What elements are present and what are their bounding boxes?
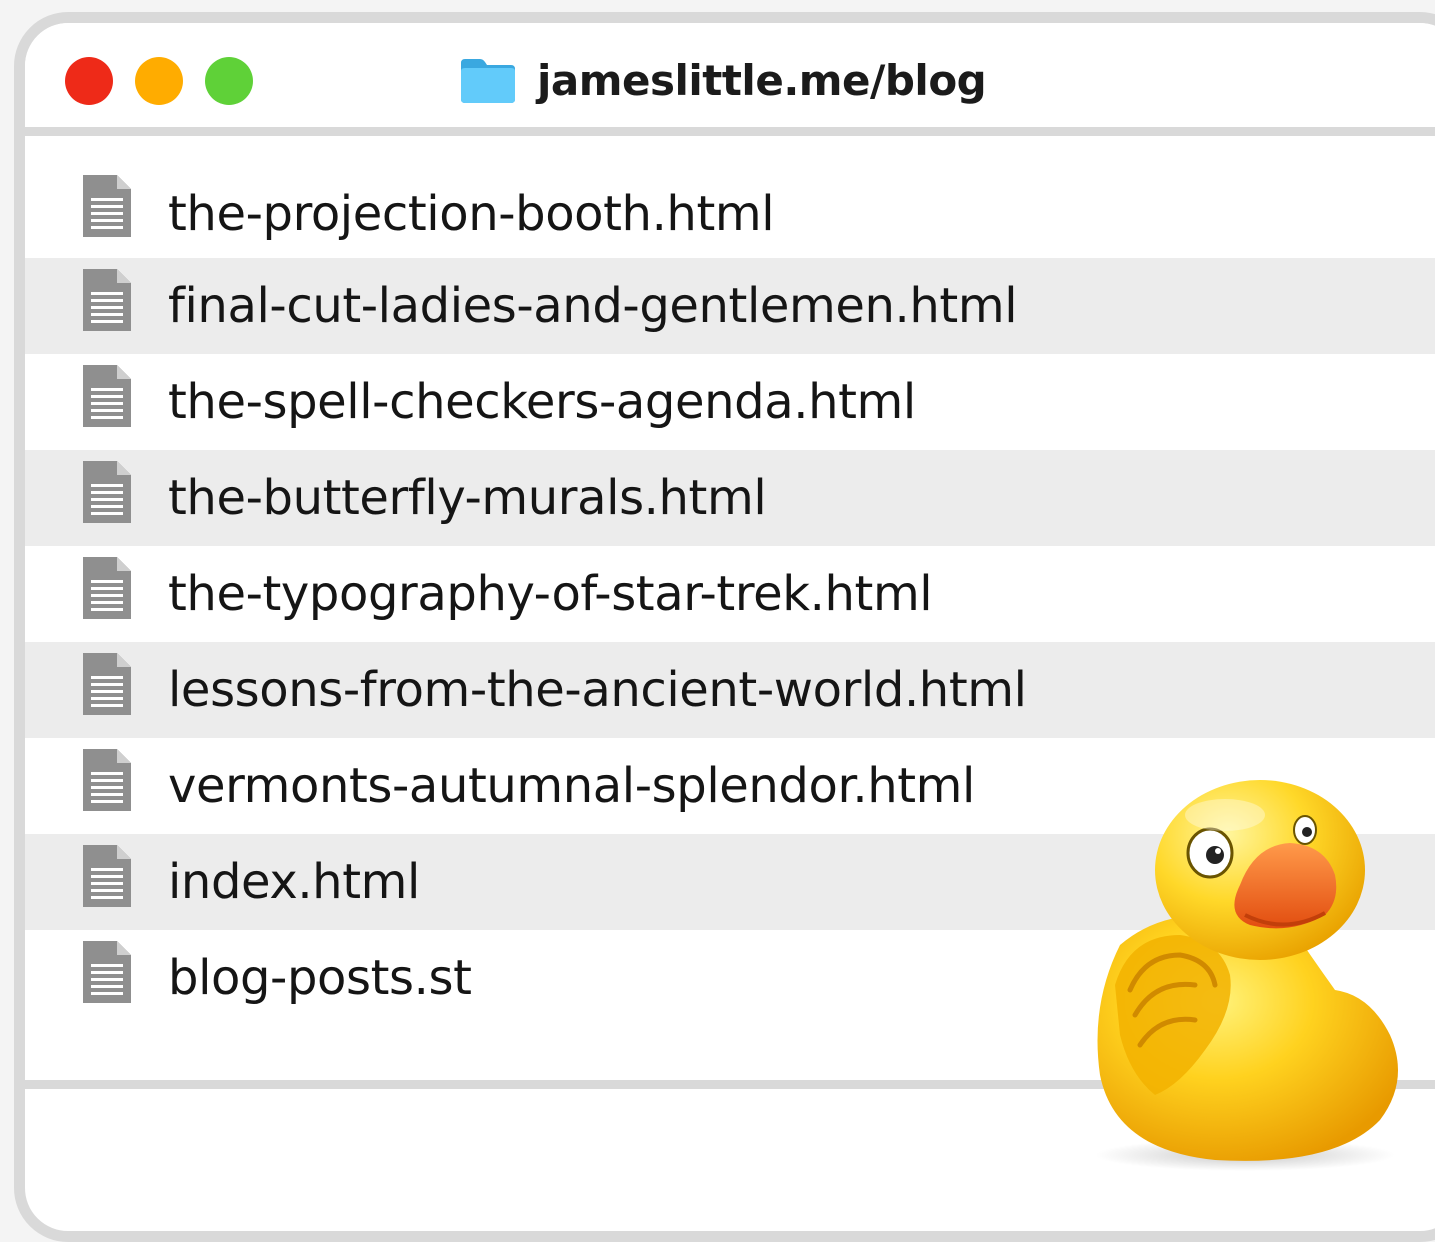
document-icon (83, 461, 131, 523)
file-name: lessons-from-the-ancient-world.html (168, 662, 1027, 718)
folder-icon (461, 59, 515, 103)
document-icon (83, 365, 131, 427)
window-title-text: jameslittle.me/blog (537, 55, 987, 105)
minimize-button[interactable] (135, 57, 183, 105)
close-button[interactable] (65, 57, 113, 105)
window-title: jameslittle.me/blog (459, 55, 987, 105)
title-separator (25, 127, 1435, 136)
rubber-duck-icon (1095, 780, 1398, 1171)
file-row[interactable]: lessons-from-the-ancient-world.html (25, 642, 1435, 738)
document-icon (83, 269, 131, 331)
file-name: final-cut-ladies-and-gentlemen.html (168, 278, 1018, 334)
file-row[interactable]: the-spell-checkers-agenda.html (25, 354, 1435, 450)
file-name: vermonts-autumnal-splendor.html (168, 758, 975, 814)
file-name: the-butterfly-murals.html (168, 470, 767, 526)
file-row[interactable]: the-butterfly-murals.html (25, 450, 1435, 546)
document-icon (83, 557, 131, 619)
document-icon (83, 653, 131, 715)
document-icon (83, 749, 131, 811)
document-icon (83, 941, 131, 1003)
document-icon (83, 175, 131, 237)
file-row[interactable]: final-cut-ladies-and-gentlemen.html (25, 258, 1435, 354)
file-name: index.html (168, 854, 420, 910)
title-bar: jameslittle.me/blog (25, 23, 1435, 131)
file-name: the-typography-of-star-trek.html (168, 566, 933, 622)
file-name: the-projection-booth.html (168, 186, 775, 242)
file-row[interactable]: the-projection-booth.html (25, 136, 1435, 258)
file-name: the-spell-checkers-agenda.html (168, 374, 916, 430)
file-name: blog-posts.st (168, 950, 472, 1006)
maximize-button[interactable] (205, 57, 253, 105)
file-row[interactable]: the-typography-of-star-trek.html (25, 546, 1435, 642)
document-icon (83, 845, 131, 907)
